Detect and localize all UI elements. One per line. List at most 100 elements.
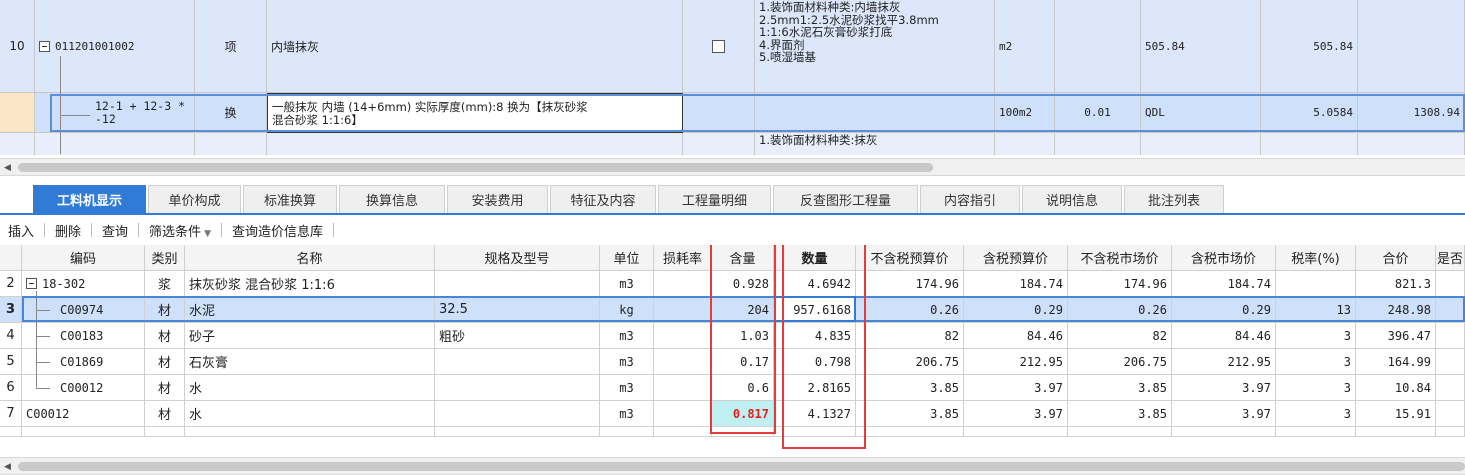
cell-total-price[interactable]: 10.84 <box>1356 375 1436 401</box>
cell-loss-rate[interactable] <box>654 349 712 375</box>
cell-unit[interactable]: m3 <box>600 271 654 297</box>
cell-name[interactable]: 抹灰砂浆 混合砂浆 1:1:6 <box>185 271 435 297</box>
cell-tax-rate[interactable]: 3 <box>1276 375 1356 401</box>
column-header-flag[interactable]: 是否 <box>1436 245 1465 271</box>
sub-row-code-ref[interactable]: QDL <box>1141 93 1261 133</box>
scrollbar-thumb[interactable] <box>18 163 933 172</box>
cell-code[interactable]: 18-302 <box>22 271 145 297</box>
cell-category[interactable]: 浆 <box>145 271 185 297</box>
cell-pretax-market-price[interactable]: 206.75 <box>1068 349 1172 375</box>
cell-budget-price-with-tax[interactable]: 84.46 <box>964 323 1068 349</box>
cell-category[interactable]: 材 <box>145 349 185 375</box>
cell-total-price[interactable]: 396.47 <box>1356 323 1436 349</box>
cell-quantity[interactable]: 957.6168 <box>774 297 856 323</box>
tab-annotation-list[interactable]: 批注列表 <box>1124 185 1224 213</box>
delete-button[interactable]: 删除 <box>45 221 91 240</box>
cell-flag[interactable] <box>1436 271 1465 297</box>
row-checkbox-cell[interactable] <box>683 0 755 93</box>
cell-spec-model[interactable]: 32.5 <box>435 297 600 323</box>
cell-content[interactable]: 0.17 <box>712 349 774 375</box>
collapse-icon[interactable] <box>39 40 50 52</box>
cell-unit[interactable]: m3 <box>600 349 654 375</box>
column-header-name[interactable]: 名称 <box>185 245 435 271</box>
tab-quantity-details[interactable]: 工程量明细 <box>658 185 771 213</box>
cell-total-price[interactable]: 164.99 <box>1356 349 1436 375</box>
cell-spec-model[interactable] <box>435 349 600 375</box>
cell-budget-price-with-tax[interactable]: 3.97 <box>964 375 1068 401</box>
cell-category[interactable]: 材 <box>145 297 185 323</box>
tab-graphic-quantity[interactable]: 反查图形工程量 <box>773 185 918 213</box>
cell-total-price[interactable]: 821.3 <box>1356 271 1436 297</box>
cell-quantity[interactable]: 4.6942 <box>774 271 856 297</box>
cell-budget-price-with-tax[interactable]: 3.97 <box>964 401 1068 427</box>
column-header-total-price[interactable]: 合价 <box>1356 245 1436 271</box>
cell-quantity[interactable]: 4.1327 <box>774 401 856 427</box>
cell-pretax-budget-price[interactable]: 3.85 <box>856 401 964 427</box>
cell-market-price-with-tax[interactable]: 212.95 <box>1172 349 1276 375</box>
cell-tax-rate[interactable]: 3 <box>1276 401 1356 427</box>
cell-market-price-with-tax[interactable]: 3.97 <box>1172 375 1276 401</box>
cell-flag[interactable] <box>1436 349 1465 375</box>
cell-code[interactable]: C00012 <box>22 401 145 427</box>
tab-content-guide[interactable]: 内容指引 <box>920 185 1020 213</box>
upper-horizontal-scrollbar[interactable]: ◀ <box>0 158 1465 176</box>
cell-name[interactable]: 水 <box>185 401 435 427</box>
column-header-quantity[interactable]: 数量 <box>774 245 856 271</box>
cell-quantity[interactable]: 4.835 <box>774 323 856 349</box>
cell-total-price[interactable]: 15.91 <box>1356 401 1436 427</box>
cell-flag[interactable] <box>1436 297 1465 323</box>
sub-row-qty-expr[interactable]: 0.01 <box>1055 93 1141 133</box>
row-feature-description[interactable]: 1.装饰面材料种类:内墙抹灰 2.5mm1:2.5水泥砂浆找平3.8mm 1:1… <box>755 0 995 93</box>
cell-name[interactable]: 砂子 <box>185 323 435 349</box>
cell-pretax-market-price[interactable]: 0.26 <box>1068 297 1172 323</box>
row-qty-expr[interactable] <box>1055 0 1141 93</box>
cell-content[interactable]: 1.03 <box>712 323 774 349</box>
cell-market-price-with-tax[interactable]: 84.46 <box>1172 323 1276 349</box>
cell-content[interactable]: 0.6 <box>712 375 774 401</box>
column-header-market-price-with-tax[interactable]: 含税市场价 <box>1172 245 1276 271</box>
cell-pretax-budget-price[interactable]: 82 <box>856 323 964 349</box>
lower-horizontal-scrollbar[interactable]: ◀ <box>0 457 1465 475</box>
query-button[interactable]: 查询 <box>92 221 138 240</box>
cell-unit[interactable]: m3 <box>600 375 654 401</box>
cell-category[interactable]: 材 <box>145 323 185 349</box>
tab-unit-price-composition[interactable]: 单价构成 <box>148 185 241 213</box>
cell-flag[interactable] <box>1436 401 1465 427</box>
column-header-unit[interactable]: 单位 <box>600 245 654 271</box>
cell-pretax-budget-price[interactable]: 3.85 <box>856 375 964 401</box>
cell-loss-rate[interactable] <box>654 271 712 297</box>
tab-conversion-info[interactable]: 换算信息 <box>339 185 445 213</box>
tab-standard-conversion[interactable]: 标准换算 <box>243 185 337 213</box>
cell-budget-price-with-tax[interactable]: 0.29 <box>964 297 1068 323</box>
column-header-category[interactable]: 类别 <box>145 245 185 271</box>
row-code-cell[interactable]: 011201001002 <box>35 0 195 93</box>
cell-tax-rate[interactable]: 3 <box>1276 323 1356 349</box>
collapse-icon[interactable] <box>26 278 37 289</box>
scroll-left-icon[interactable]: ◀ <box>4 462 11 472</box>
cell-content[interactable]: 204 <box>712 297 774 323</box>
column-header-spec-model[interactable]: 规格及型号 <box>435 245 600 271</box>
cell-pretax-budget-price[interactable]: 174.96 <box>856 271 964 297</box>
column-header-budget-price-with-tax[interactable]: 含税预算价 <box>964 245 1068 271</box>
sub-row-code-cell[interactable]: 12-1 + 12-3 * -12 <box>35 93 195 133</box>
cell-spec-model[interactable]: 粗砂 <box>435 323 600 349</box>
row-name[interactable]: 内墙抹灰 <box>267 0 683 93</box>
cell-category[interactable]: 材 <box>145 375 185 401</box>
cell-category[interactable]: 材 <box>145 401 185 427</box>
cell-unit[interactable]: m3 <box>600 323 654 349</box>
cell-pretax-market-price[interactable]: 174.96 <box>1068 271 1172 297</box>
tab-features-content[interactable]: 特征及内容 <box>550 185 656 213</box>
cell-content[interactable]: 0.928 <box>712 271 774 297</box>
column-header-tax-rate[interactable]: 税率(%) <box>1276 245 1356 271</box>
cell-pretax-market-price[interactable]: 3.85 <box>1068 401 1172 427</box>
insert-button[interactable]: 插入 <box>8 221 44 240</box>
cell-loss-rate[interactable] <box>654 375 712 401</box>
sub-row-name[interactable]: 一般抹灰 内墙 (14+6mm) 实际厚度(mm):8 换为【抹灰砂浆 混合砂浆… <box>267 93 683 133</box>
row-quantity[interactable]: 505.84 <box>1141 0 1261 93</box>
filter-dropdown[interactable]: 筛选条件 ▼ <box>139 221 221 240</box>
cell-loss-rate[interactable] <box>654 401 712 427</box>
cell-pretax-market-price[interactable]: 3.85 <box>1068 375 1172 401</box>
column-header-pretax-budget-price[interactable]: 不含税预算价 <box>856 245 964 271</box>
cell-tax-rate[interactable]: 13 <box>1276 297 1356 323</box>
cell-name[interactable]: 石灰膏 <box>185 349 435 375</box>
